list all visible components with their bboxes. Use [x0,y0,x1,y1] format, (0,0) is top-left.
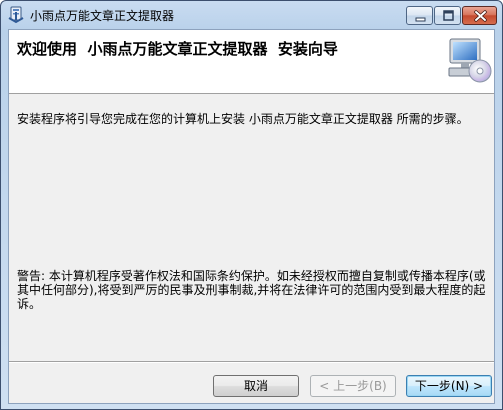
wizard-client-area: 欢迎使用 小雨点万能文章正文提取器 安装向导 安装程序将引导您完成在您的计算机上… [8,29,495,404]
footer-divider [9,361,494,363]
intro-text: 安装程序将引导您完成在您的计算机上安装 小雨点万能文章正文提取器 所需的步骤。 [17,112,469,126]
back-button[interactable]: < 上一步(B) [310,375,396,397]
cancel-button[interactable]: 取消 [213,375,299,397]
installer-window: 小雨点万能文章正文提取器 欢迎使用 小雨点万能文章正文提取器 安装向导 安装程序… [0,0,503,410]
installer-icon [8,6,24,24]
close-button[interactable] [462,6,497,25]
page-title: 欢迎使用 小雨点万能文章正文提取器 安装向导 [17,40,338,58]
copyright-warning: 警告: 本计算机程序受著作权法和国际条约保护。如未经授权而擅自复制或传播本程序(… [17,269,486,311]
minimize-button[interactable] [406,6,433,25]
title-bar[interactable]: 小雨点万能文章正文提取器 [1,1,502,29]
minimize-icon [415,17,426,22]
wizard-header: 欢迎使用 小雨点万能文章正文提取器 安装向导 [9,30,494,94]
window-title: 小雨点万能文章正文提取器 [30,9,175,23]
next-button[interactable]: 下一步(N) > [406,375,492,397]
maximize-button[interactable] [434,6,461,25]
close-icon [474,10,487,22]
computer-cd-icon [446,35,492,87]
maximize-icon [443,10,454,21]
